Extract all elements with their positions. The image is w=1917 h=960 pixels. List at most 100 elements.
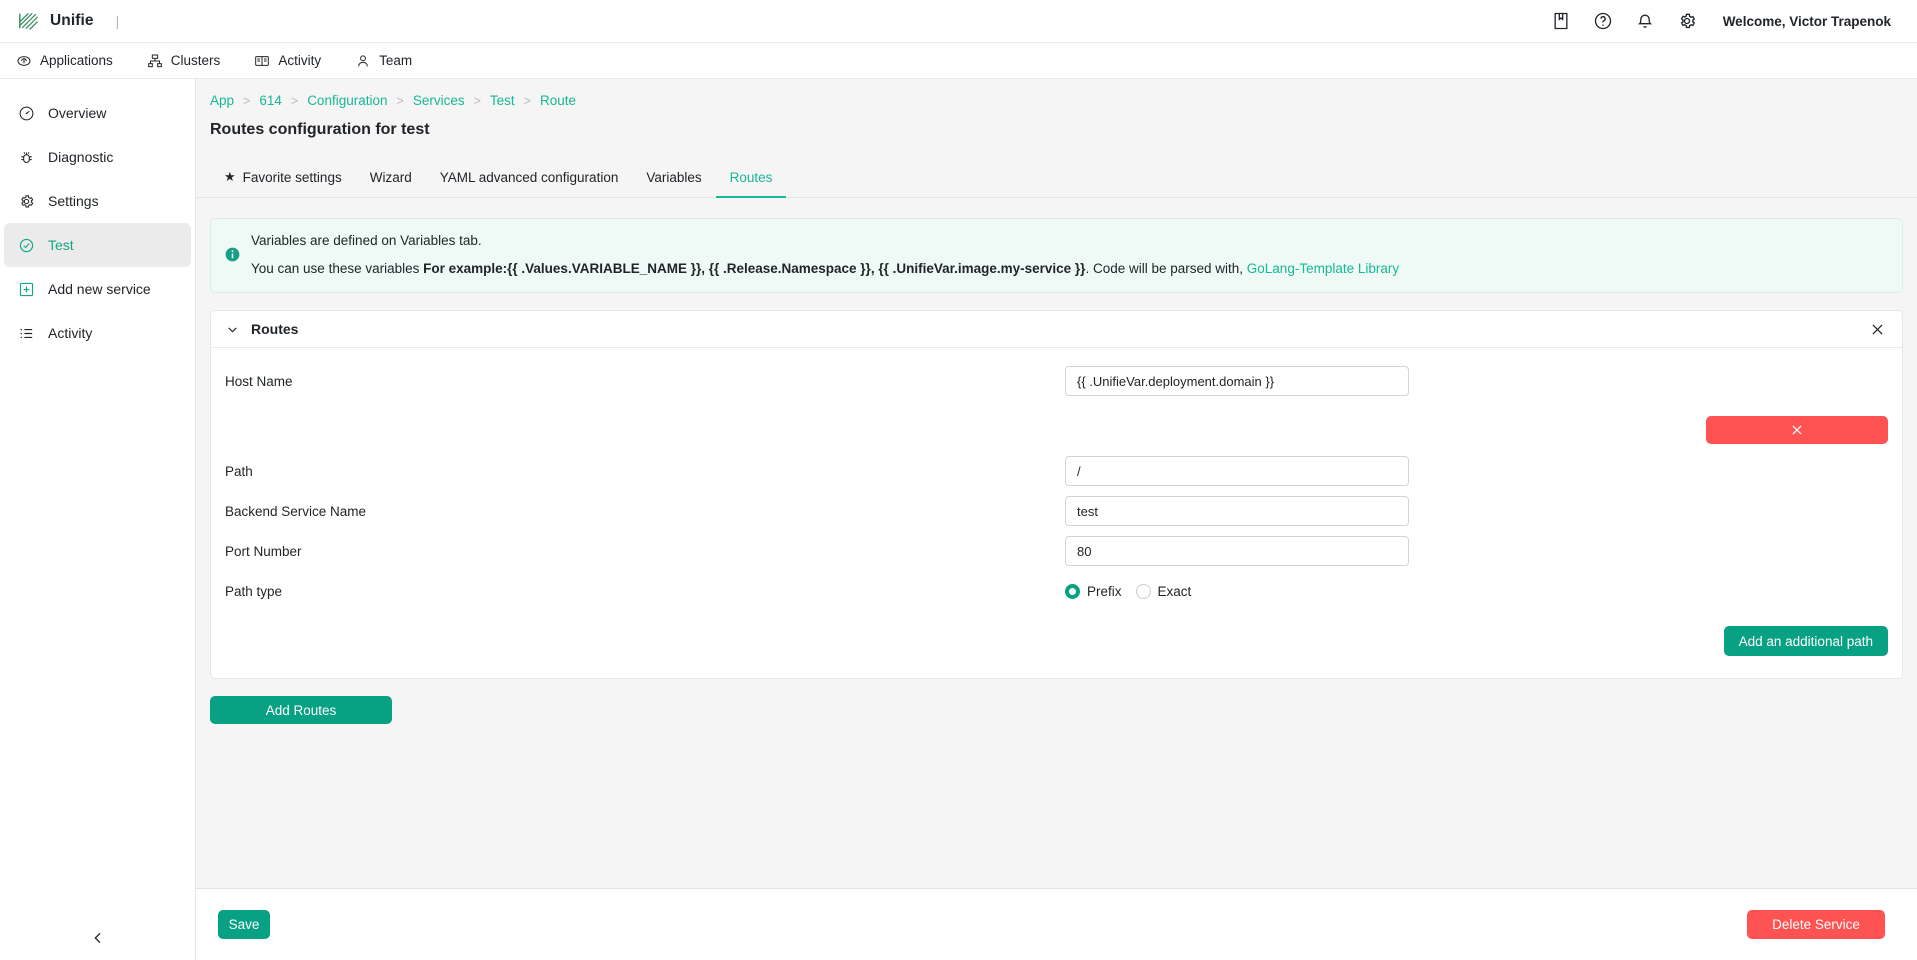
- chevron-down-icon[interactable]: [225, 322, 240, 337]
- path-input[interactable]: [1065, 456, 1409, 486]
- check-circle-icon: [19, 238, 34, 252]
- sidebar-item-overview[interactable]: Overview: [4, 91, 191, 135]
- tab-label-favorite-settings: Favorite settings: [242, 169, 342, 185]
- nav-item-team[interactable]: Team: [353, 49, 414, 73]
- add-routes-button[interactable]: Add Routes: [210, 696, 392, 724]
- sidebar-item-test[interactable]: Test: [4, 223, 191, 267]
- nav-item-activity[interactable]: Activity: [252, 49, 323, 73]
- gauge-icon: [19, 106, 34, 120]
- info-banner-line2-prefix: You can use these variables: [251, 261, 424, 276]
- help-circle-icon[interactable]: [1593, 11, 1613, 31]
- breadcrumb-item-configuration[interactable]: Configuration: [307, 93, 387, 108]
- brand-separator: |: [115, 13, 120, 29]
- golang-template-library-link[interactable]: GoLang-Template Library: [1247, 261, 1399, 276]
- applications-icon: [17, 55, 31, 66]
- sidebar-label-test: Test: [48, 237, 74, 253]
- bug-icon: [21, 151, 32, 163]
- breadcrumb-separator: >: [473, 93, 481, 108]
- unifie-logo-icon: [19, 13, 38, 30]
- add-routes-row: Add Routes: [210, 696, 1903, 724]
- sidebar-collapse-button[interactable]: [0, 930, 196, 946]
- info-banner-lines: Variables are defined on Variables tab. …: [251, 233, 1399, 276]
- sidebar-item-diagnostic[interactable]: Diagnostic: [4, 135, 191, 179]
- close-icon[interactable]: [1869, 321, 1886, 338]
- info-banner-line2-example: For example:{{ .Values.VARIABLE_NAME }},…: [423, 261, 1086, 276]
- label-host-name: Host Name: [225, 373, 293, 389]
- add-additional-path-button[interactable]: Add an additional path: [1723, 626, 1888, 656]
- info-banner-line2-suffix: . Code will be parsed with,: [1085, 261, 1244, 276]
- sidebar-item-add-new-service[interactable]: Add new service: [4, 267, 191, 311]
- tab-label-yaml: YAML advanced configuration: [439, 170, 619, 185]
- nav-label-applications: Applications: [40, 53, 113, 68]
- breadcrumb-separator: >: [396, 93, 404, 108]
- radio-label-prefix: Prefix: [1087, 583, 1122, 599]
- label-backend-service-name: Backend Service Name: [225, 503, 367, 519]
- radio-dot-exact: [1135, 583, 1151, 599]
- breadcrumb-item-route[interactable]: Route: [540, 93, 576, 108]
- nav-item-applications[interactable]: Applications: [14, 49, 115, 73]
- info-banner-line2: You can use these variables For example:…: [251, 261, 1399, 276]
- path-type-radio-group: Prefix Exact: [1065, 583, 1409, 599]
- main-content: App > 614 > Configuration > Services > T…: [196, 79, 1917, 960]
- app-root: Unifie | Welcome, Victor Trapenok Applic…: [0, 0, 1917, 960]
- nav-item-clusters[interactable]: Clusters: [145, 49, 223, 73]
- radio-path-type-prefix[interactable]: Prefix: [1065, 583, 1122, 599]
- delete-service-button[interactable]: Delete Service: [1747, 910, 1885, 939]
- top-bar-actions: Welcome, Victor Trapenok: [1551, 11, 1899, 31]
- sidebar-item-settings[interactable]: Settings: [4, 179, 191, 223]
- breadcrumb-item-services[interactable]: Services: [413, 93, 465, 108]
- sidebar-item-activity[interactable]: Activity: [4, 311, 191, 355]
- body-wrapper: Overview Diagnostic Settings Test Add ne…: [0, 79, 1917, 960]
- brand[interactable]: Unifie |: [18, 10, 119, 32]
- field-row-host-name: Host Name: [211, 364, 1902, 398]
- breadcrumb-item-test[interactable]: Test: [490, 93, 515, 108]
- routes-panel-header: Routes: [211, 311, 1902, 348]
- sidebar-label-activity: Activity: [48, 325, 93, 341]
- save-button[interactable]: Save: [218, 910, 270, 939]
- label-port-number: Port Number: [225, 543, 302, 559]
- tab-wizard[interactable]: Wizard: [356, 162, 426, 198]
- bell-icon[interactable]: [1635, 11, 1655, 31]
- nav-label-team: Team: [379, 53, 413, 68]
- star-icon: ★: [224, 169, 236, 184]
- activity-book-icon: [255, 55, 270, 66]
- radio-path-type-exact[interactable]: Exact: [1135, 583, 1192, 599]
- port-number-input[interactable]: [1065, 536, 1409, 566]
- main-scroll-area: App > 614 > Configuration > Services > T…: [196, 79, 1917, 888]
- chevron-left-icon: [94, 932, 101, 944]
- breadcrumb-separator: >: [243, 93, 251, 108]
- tab-routes[interactable]: Routes: [715, 162, 787, 198]
- list-icon: [20, 328, 33, 338]
- remove-host-button[interactable]: [1706, 416, 1888, 444]
- clusters-icon: [147, 54, 162, 67]
- page-header: App > 614 > Configuration > Services > T…: [196, 79, 1917, 139]
- breadcrumb-item-app[interactable]: App: [210, 93, 234, 108]
- book-icon[interactable]: [1551, 11, 1571, 31]
- host-name-input[interactable]: [1065, 366, 1409, 396]
- plus-box-icon: [19, 282, 34, 296]
- breadcrumb-item-614[interactable]: 614: [259, 93, 282, 108]
- sidebar-label-add-new-service: Add new service: [48, 281, 151, 297]
- gear-icon[interactable]: [1677, 11, 1697, 31]
- brand-name: Unifie: [50, 12, 94, 29]
- field-row-port-number: Port Number: [211, 534, 1902, 568]
- backend-service-name-input[interactable]: [1065, 496, 1409, 526]
- control-path-type: Prefix Exact: [1065, 583, 1409, 599]
- breadcrumb: App > 614 > Configuration > Services > T…: [210, 93, 1903, 108]
- sidebar-label-settings: Settings: [48, 193, 99, 209]
- tab-label-variables: Variables: [646, 170, 702, 185]
- nav-label-clusters: Clusters: [170, 53, 221, 68]
- main-nav: Applications Clusters Activity Team: [0, 43, 1917, 79]
- radio-dot-prefix: [1065, 583, 1080, 599]
- routes-content: Variables are defined on Variables tab. …: [196, 198, 1917, 724]
- tab-variables[interactable]: Variables: [632, 162, 715, 198]
- field-row-path: Path: [211, 454, 1902, 488]
- team-person-icon: [358, 54, 368, 66]
- control-backend-service-name: [1065, 496, 1409, 526]
- radio-label-exact: Exact: [1157, 583, 1192, 599]
- tab-yaml-advanced-configuration[interactable]: YAML advanced configuration: [426, 162, 633, 198]
- welcome-label: Welcome, Victor Trapenok: [1722, 13, 1891, 29]
- tab-favorite-settings[interactable]: ★ Favorite settings: [210, 161, 356, 198]
